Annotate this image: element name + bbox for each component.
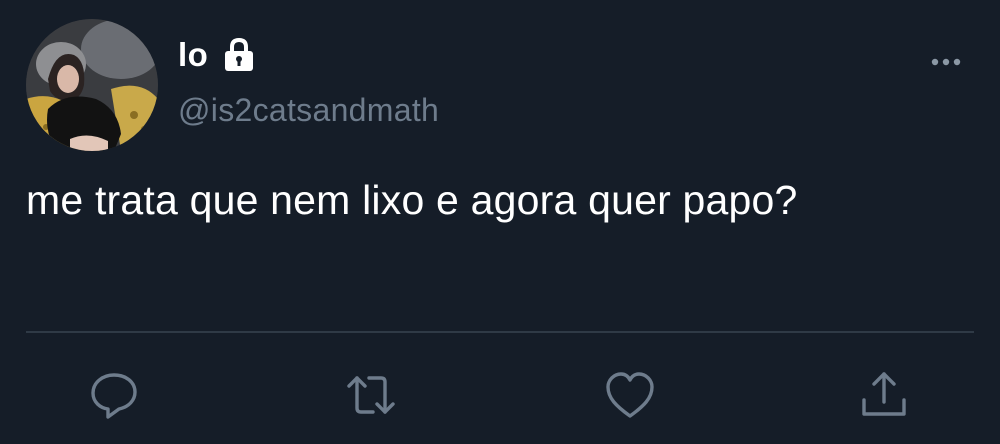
share-icon [862, 372, 906, 416]
retweet-button[interactable] [345, 370, 397, 420]
author-name-row: lo [178, 34, 256, 76]
display-name[interactable]: lo [178, 36, 208, 74]
more-icon[interactable] [926, 52, 966, 72]
lock-icon [225, 37, 254, 71]
tweet-text: me trata que nem lixo e agora quer papo? [26, 177, 798, 223]
retweet-icon [347, 376, 395, 414]
author-handle[interactable]: @is2catsandmath [178, 92, 439, 129]
reply-icon [91, 373, 137, 419]
share-button[interactable] [858, 370, 910, 420]
heart-icon [606, 372, 654, 418]
avatar-photo [26, 19, 158, 151]
divider [26, 331, 974, 333]
like-button[interactable] [604, 370, 656, 420]
reply-button[interactable] [88, 370, 140, 420]
avatar[interactable] [26, 19, 158, 151]
